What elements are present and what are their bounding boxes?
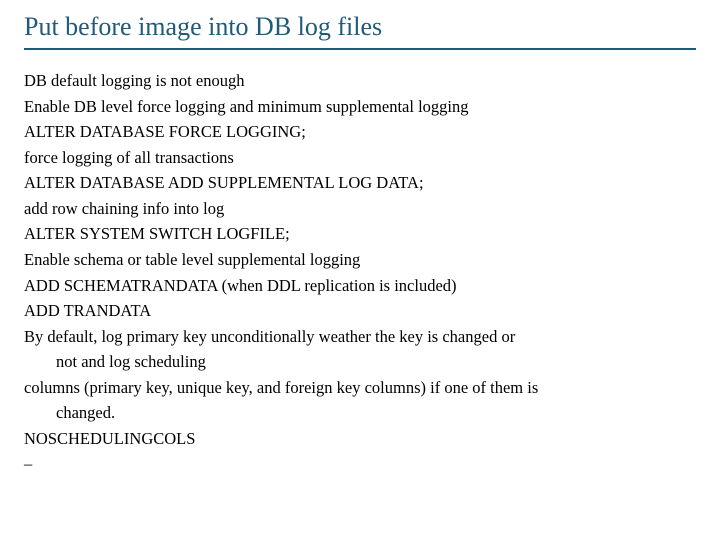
body-line: ALTER DATABASE ADD SUPPLEMENTAL LOG DATA…: [24, 170, 696, 196]
body-line: force logging of all transactions: [24, 145, 696, 171]
body-line: ADD SCHEMATRANDATA (when DDL replication…: [24, 273, 696, 299]
body-line: By default, log primary key unconditiona…: [24, 324, 696, 350]
body-line: columns (primary key, unique key, and fo…: [24, 375, 696, 401]
slide-container: Put before image into DB log files DB de…: [0, 0, 720, 540]
slide-title: Put before image into DB log files: [24, 12, 696, 50]
body-line: ALTER SYSTEM SWITCH LOGFILE;: [24, 221, 696, 247]
body-line: DB default logging is not enough: [24, 68, 696, 94]
body-line: –: [24, 451, 696, 477]
body-line: not and log scheduling: [24, 349, 696, 375]
slide-body: DB default logging is not enoughEnable D…: [24, 68, 696, 477]
body-line: changed.: [24, 400, 696, 426]
body-line: NOSCHEDULINGCOLS: [24, 426, 696, 452]
body-line: Enable schema or table level supplementa…: [24, 247, 696, 273]
body-line: Enable DB level force logging and minimu…: [24, 94, 696, 120]
body-line: ALTER DATABASE FORCE LOGGING;: [24, 119, 696, 145]
body-line: ADD TRANDATA: [24, 298, 696, 324]
body-line: add row chaining info into log: [24, 196, 696, 222]
